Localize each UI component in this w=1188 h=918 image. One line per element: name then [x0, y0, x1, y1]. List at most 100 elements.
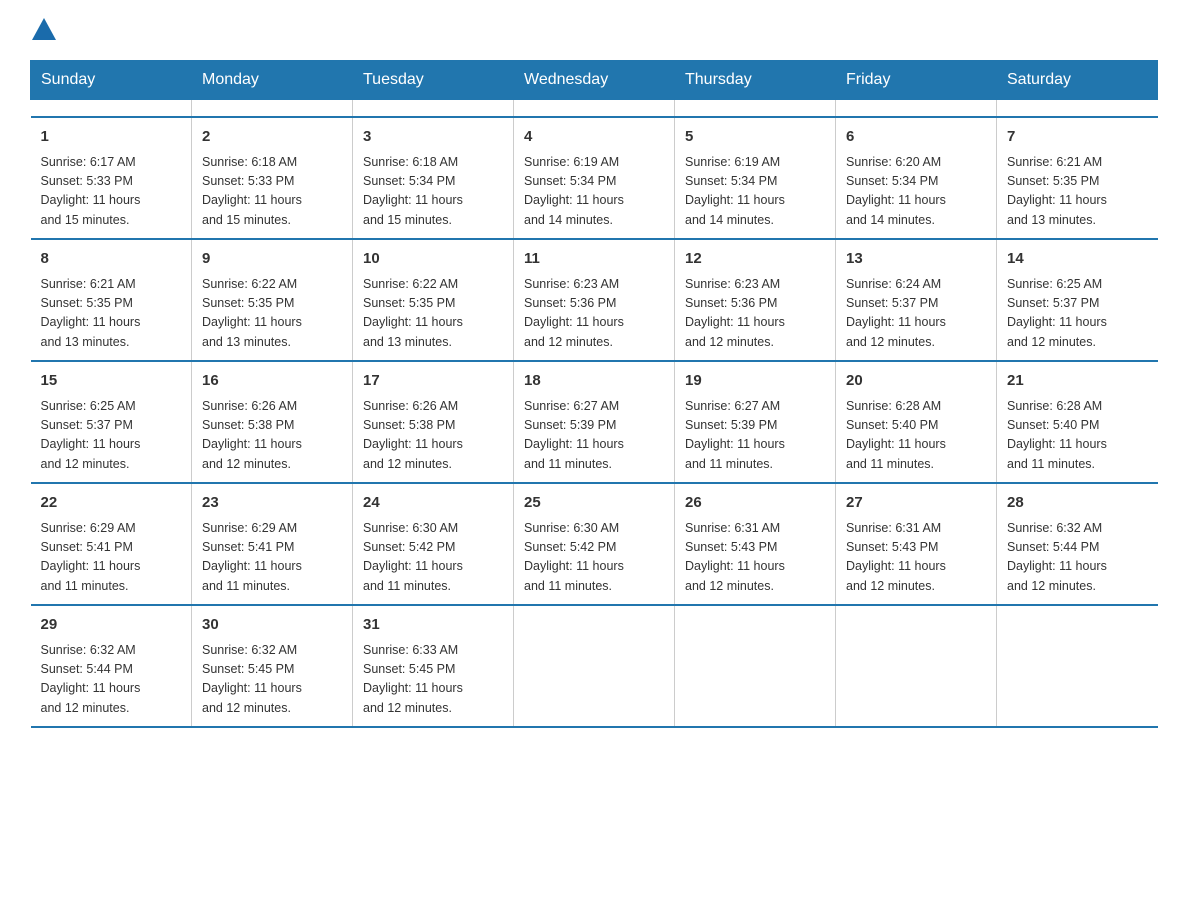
calendar-cell: 29 Sunrise: 6:32 AM Sunset: 5:44 PM Dayli…	[31, 605, 192, 727]
day-number: 26	[685, 492, 825, 515]
day-number: 3	[363, 126, 503, 149]
calendar-table: SundayMondayTuesdayWednesdayThursdayFrid…	[30, 60, 1158, 728]
calendar-cell: 20 Sunrise: 6:28 AM Sunset: 5:40 PM Dayli…	[836, 361, 997, 483]
calendar-cell: 19Sunrise: 6:27 AM Sunset: 5:39 PM Dayli…	[675, 361, 836, 483]
calendar-cell	[675, 605, 836, 727]
calendar-cell: 8 Sunrise: 6:21 AM Sunset: 5:35 PM Daylig…	[31, 239, 192, 361]
column-header-tuesday: Tuesday	[353, 61, 514, 100]
calendar-week-row: 29 Sunrise: 6:32 AM Sunset: 5:44 PM Dayli…	[31, 605, 1158, 727]
calendar-cell: 27 Sunrise: 6:31 AM Sunset: 5:43 PM Dayli…	[836, 483, 997, 605]
day-info: Sunrise: 6:22 AM Sunset: 5:35 PM Dayligh…	[363, 275, 503, 353]
day-number: 5	[685, 126, 825, 149]
page-header	[30, 20, 1158, 42]
day-number: 9	[202, 248, 342, 271]
day-number: 22	[41, 492, 182, 515]
day-number: 25	[524, 492, 664, 515]
day-number: 4	[524, 126, 664, 149]
calendar-cell: 14Sunrise: 6:25 AM Sunset: 5:37 PM Dayli…	[997, 239, 1158, 361]
column-header-sunday: Sunday	[31, 61, 192, 100]
day-number: 21	[1007, 370, 1148, 393]
day-info: Sunrise: 6:30 AM Sunset: 5:42 PM Dayligh…	[363, 519, 503, 597]
column-header-thursday: Thursday	[675, 61, 836, 100]
calendar-cell: 30 Sunrise: 6:32 AM Sunset: 5:45 PM Dayli…	[192, 605, 353, 727]
calendar-cell	[514, 100, 675, 118]
calendar-cell: 24Sunrise: 6:30 AM Sunset: 5:42 PM Dayli…	[353, 483, 514, 605]
day-info: Sunrise: 6:32 AM Sunset: 5:45 PM Dayligh…	[202, 641, 342, 719]
day-number: 20	[846, 370, 986, 393]
day-info: Sunrise: 6:33 AM Sunset: 5:45 PM Dayligh…	[363, 641, 503, 719]
day-info: Sunrise: 6:27 AM Sunset: 5:39 PM Dayligh…	[524, 397, 664, 475]
day-number: 6	[846, 126, 986, 149]
logo	[30, 20, 56, 42]
day-number: 19	[685, 370, 825, 393]
calendar-cell: 16Sunrise: 6:26 AM Sunset: 5:38 PM Dayli…	[192, 361, 353, 483]
calendar-cell: 1 Sunrise: 6:17 AM Sunset: 5:33 PM Daylig…	[31, 117, 192, 239]
calendar-week-row: 22 Sunrise: 6:29 AM Sunset: 5:41 PM Dayli…	[31, 483, 1158, 605]
day-info: Sunrise: 6:21 AM Sunset: 5:35 PM Dayligh…	[1007, 153, 1148, 231]
calendar-cell	[353, 100, 514, 118]
column-header-friday: Friday	[836, 61, 997, 100]
calendar-cell: 25 Sunrise: 6:30 AM Sunset: 5:42 PM Dayli…	[514, 483, 675, 605]
calendar-cell: 28Sunrise: 6:32 AM Sunset: 5:44 PM Dayli…	[997, 483, 1158, 605]
day-info: Sunrise: 6:28 AM Sunset: 5:40 PM Dayligh…	[1007, 397, 1148, 475]
calendar-header-row: SundayMondayTuesdayWednesdayThursdayFrid…	[31, 61, 1158, 100]
calendar-cell: 15 Sunrise: 6:25 AM Sunset: 5:37 PM Dayli…	[31, 361, 192, 483]
calendar-cell: 18 Sunrise: 6:27 AM Sunset: 5:39 PM Dayli…	[514, 361, 675, 483]
calendar-cell: 10 Sunrise: 6:22 AM Sunset: 5:35 PM Dayli…	[353, 239, 514, 361]
calendar-cell: 26Sunrise: 6:31 AM Sunset: 5:43 PM Dayli…	[675, 483, 836, 605]
day-number: 12	[685, 248, 825, 271]
day-info: Sunrise: 6:25 AM Sunset: 5:37 PM Dayligh…	[41, 397, 182, 475]
day-number: 2	[202, 126, 342, 149]
day-number: 7	[1007, 126, 1148, 149]
day-number: 23	[202, 492, 342, 515]
day-number: 1	[41, 126, 182, 149]
day-info: Sunrise: 6:20 AM Sunset: 5:34 PM Dayligh…	[846, 153, 986, 231]
calendar-cell	[514, 605, 675, 727]
day-info: Sunrise: 6:28 AM Sunset: 5:40 PM Dayligh…	[846, 397, 986, 475]
calendar-week-row: 1 Sunrise: 6:17 AM Sunset: 5:33 PM Daylig…	[31, 117, 1158, 239]
day-info: Sunrise: 6:30 AM Sunset: 5:42 PM Dayligh…	[524, 519, 664, 597]
day-info: Sunrise: 6:19 AM Sunset: 5:34 PM Dayligh…	[685, 153, 825, 231]
day-info: Sunrise: 6:29 AM Sunset: 5:41 PM Dayligh…	[41, 519, 182, 597]
day-number: 27	[846, 492, 986, 515]
day-info: Sunrise: 6:26 AM Sunset: 5:38 PM Dayligh…	[363, 397, 503, 475]
day-info: Sunrise: 6:31 AM Sunset: 5:43 PM Dayligh…	[846, 519, 986, 597]
day-number: 31	[363, 614, 503, 637]
day-info: Sunrise: 6:21 AM Sunset: 5:35 PM Dayligh…	[41, 275, 182, 353]
day-info: Sunrise: 6:18 AM Sunset: 5:33 PM Dayligh…	[202, 153, 342, 231]
day-number: 11	[524, 248, 664, 271]
day-info: Sunrise: 6:29 AM Sunset: 5:41 PM Dayligh…	[202, 519, 342, 597]
calendar-cell: 21 Sunrise: 6:28 AM Sunset: 5:40 PM Dayli…	[997, 361, 1158, 483]
column-header-monday: Monday	[192, 61, 353, 100]
day-number: 30	[202, 614, 342, 637]
calendar-cell: 4 Sunrise: 6:19 AM Sunset: 5:34 PM Daylig…	[514, 117, 675, 239]
calendar-cell: 3 Sunrise: 6:18 AM Sunset: 5:34 PM Daylig…	[353, 117, 514, 239]
day-number: 13	[846, 248, 986, 271]
calendar-week-row	[31, 100, 1158, 118]
calendar-cell: 2 Sunrise: 6:18 AM Sunset: 5:33 PM Daylig…	[192, 117, 353, 239]
day-info: Sunrise: 6:22 AM Sunset: 5:35 PM Dayligh…	[202, 275, 342, 353]
day-info: Sunrise: 6:19 AM Sunset: 5:34 PM Dayligh…	[524, 153, 664, 231]
calendar-cell: 11 Sunrise: 6:23 AM Sunset: 5:36 PM Dayli…	[514, 239, 675, 361]
day-number: 29	[41, 614, 182, 637]
calendar-cell	[192, 100, 353, 118]
day-info: Sunrise: 6:25 AM Sunset: 5:37 PM Dayligh…	[1007, 275, 1148, 353]
calendar-cell: 23 Sunrise: 6:29 AM Sunset: 5:41 PM Dayli…	[192, 483, 353, 605]
calendar-cell	[836, 100, 997, 118]
calendar-cell	[997, 100, 1158, 118]
day-info: Sunrise: 6:17 AM Sunset: 5:33 PM Dayligh…	[41, 153, 182, 231]
day-number: 15	[41, 370, 182, 393]
day-number: 18	[524, 370, 664, 393]
day-number: 10	[363, 248, 503, 271]
calendar-cell: 31 Sunrise: 6:33 AM Sunset: 5:45 PM Dayli…	[353, 605, 514, 727]
day-number: 8	[41, 248, 182, 271]
calendar-cell: 9 Sunrise: 6:22 AM Sunset: 5:35 PM Daylig…	[192, 239, 353, 361]
day-info: Sunrise: 6:32 AM Sunset: 5:44 PM Dayligh…	[1007, 519, 1148, 597]
calendar-cell	[836, 605, 997, 727]
day-info: Sunrise: 6:18 AM Sunset: 5:34 PM Dayligh…	[363, 153, 503, 231]
day-info: Sunrise: 6:32 AM Sunset: 5:44 PM Dayligh…	[41, 641, 182, 719]
calendar-cell: 5 Sunrise: 6:19 AM Sunset: 5:34 PM Daylig…	[675, 117, 836, 239]
calendar-cell	[675, 100, 836, 118]
calendar-week-row: 8 Sunrise: 6:21 AM Sunset: 5:35 PM Daylig…	[31, 239, 1158, 361]
day-info: Sunrise: 6:23 AM Sunset: 5:36 PM Dayligh…	[524, 275, 664, 353]
